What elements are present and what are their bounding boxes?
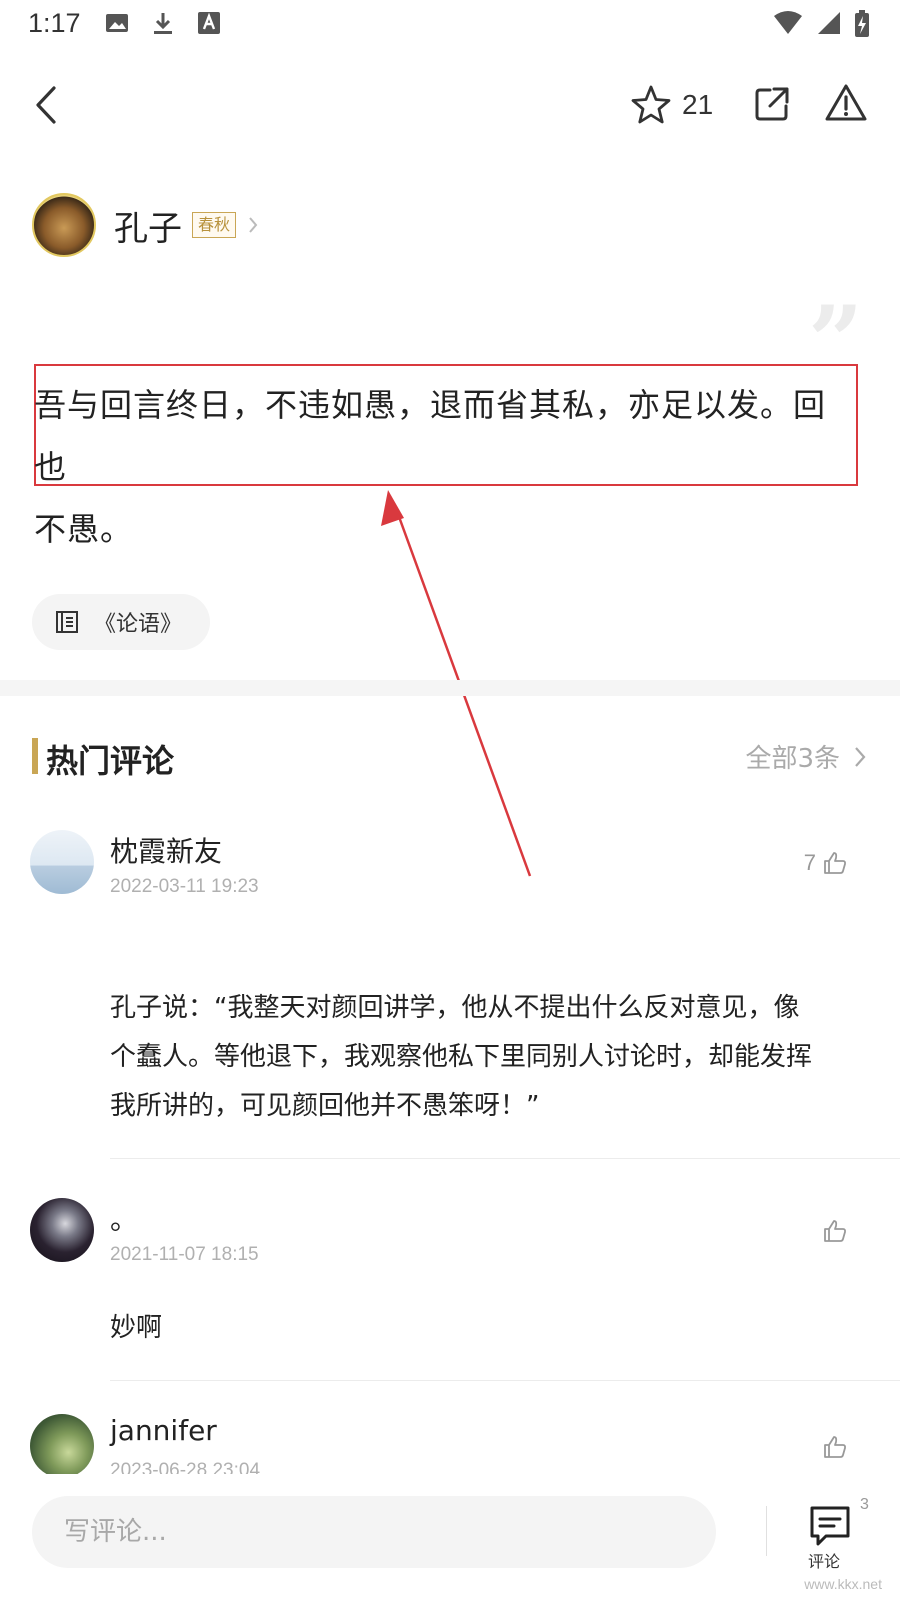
comment-separator xyxy=(110,1158,900,1159)
thumbs-up-icon xyxy=(824,852,846,874)
comment-item: jannifer 2023-06-28 23:04 xyxy=(0,1414,900,1474)
comment-body: 妙啊 xyxy=(110,1304,870,1353)
thumbs-up-icon xyxy=(824,1436,846,1458)
comment-date: 2023-06-28 23:04 xyxy=(110,1460,261,1474)
chevron-right-icon xyxy=(249,217,258,233)
user-avatar[interactable] xyxy=(30,1198,94,1262)
comment-date: 2021-11-07 18:15 xyxy=(110,1244,259,1265)
translate-icon xyxy=(196,10,222,36)
comments-button-label: 评论 xyxy=(808,1552,841,1571)
comments-count-badge: 3 xyxy=(860,1496,869,1513)
source-label: 《论语》 xyxy=(94,612,183,637)
star-icon xyxy=(631,85,671,124)
view-all-comments-link[interactable]: 全部3条 xyxy=(745,738,868,775)
quote-text[interactable]: 吾与回言终日，不违如愚，退而省其私，亦足以发。回也 不愚。 xyxy=(34,374,854,560)
comment-input[interactable] xyxy=(32,1496,716,1568)
status-time: 1:17 xyxy=(28,8,81,38)
status-bar: 1:17 xyxy=(0,0,900,50)
comment-separator xyxy=(110,1380,900,1381)
comment-username[interactable]: 。 xyxy=(110,1198,138,1238)
author-row[interactable]: 孔子 春秋 xyxy=(32,192,260,258)
author-name[interactable]: 孔子 xyxy=(114,201,182,250)
comment-date: 2022-03-11 19:23 xyxy=(110,876,259,897)
comments-title: 热门评论 xyxy=(46,742,175,780)
warning-icon xyxy=(825,84,867,121)
download-icon xyxy=(150,10,176,36)
like-button[interactable] xyxy=(822,1218,848,1244)
status-notification-icons xyxy=(104,10,222,36)
user-avatar[interactable] xyxy=(30,1414,94,1474)
chevron-right-icon xyxy=(855,746,866,767)
comment-line: 孔子说：“我整天对颜回讲学，他从不提出什么反对意见，像 xyxy=(110,993,800,1023)
signal-icon xyxy=(816,10,842,42)
favorite-button[interactable]: 21 xyxy=(630,82,713,128)
thumbs-up-icon xyxy=(824,1220,846,1242)
quote-line: 不愚。 xyxy=(34,510,134,548)
share-icon xyxy=(755,87,789,121)
header-accent-bar xyxy=(32,738,38,774)
wifi-icon xyxy=(772,10,804,42)
bottom-divider xyxy=(766,1506,767,1556)
comment-username[interactable]: 枕霞新友 xyxy=(110,830,222,870)
chevron-left-icon xyxy=(36,86,56,124)
comment-username[interactable]: jannifer xyxy=(110,1414,217,1447)
status-system-icons xyxy=(772,10,870,42)
report-button[interactable] xyxy=(824,82,868,124)
like-button[interactable] xyxy=(822,1434,848,1460)
comment-line: 我所讲的，可见颜回他并不愚笨呀！” xyxy=(110,1091,540,1121)
quote-line: 吾与回言终日，不违如愚，退而省其私，亦足以发。回也 xyxy=(34,386,827,486)
like-count: 7 xyxy=(803,850,816,875)
user-avatar[interactable] xyxy=(30,830,94,894)
view-all-label: 全部3条 xyxy=(745,744,840,774)
comments-header: 热门评论 全部3条 xyxy=(32,736,868,780)
section-divider xyxy=(0,680,900,696)
back-button[interactable] xyxy=(28,82,68,128)
comment-body: 孔子说：“我整天对颜回讲学，他从不提出什么反对意见，像 个蠢人。等他退下，我观察… xyxy=(110,984,870,1131)
author-avatar[interactable] xyxy=(32,193,96,257)
comment-line: 个蠢人。等他退下，我观察他私下里同别人讨论时，却能发挥 xyxy=(110,1042,813,1072)
share-button[interactable] xyxy=(752,84,792,124)
battery-charging-icon xyxy=(854,10,870,42)
comment-icon xyxy=(810,1506,850,1546)
bottom-comment-bar: 3 评论 xyxy=(0,1488,900,1600)
image-icon xyxy=(104,10,130,36)
dynasty-badge: 春秋 xyxy=(192,212,237,238)
book-icon xyxy=(56,611,78,633)
watermark: www.kkx.net xyxy=(804,1576,882,1592)
source-book-chip[interactable]: 《论语》 xyxy=(32,594,211,650)
comment-line: 妙啊 xyxy=(110,1313,163,1343)
like-button[interactable]: 7 xyxy=(804,850,848,876)
favorite-count: 21 xyxy=(682,89,714,120)
comments-button[interactable]: 3 评论 xyxy=(808,1496,869,1576)
top-action-bar: 21 xyxy=(0,70,900,140)
